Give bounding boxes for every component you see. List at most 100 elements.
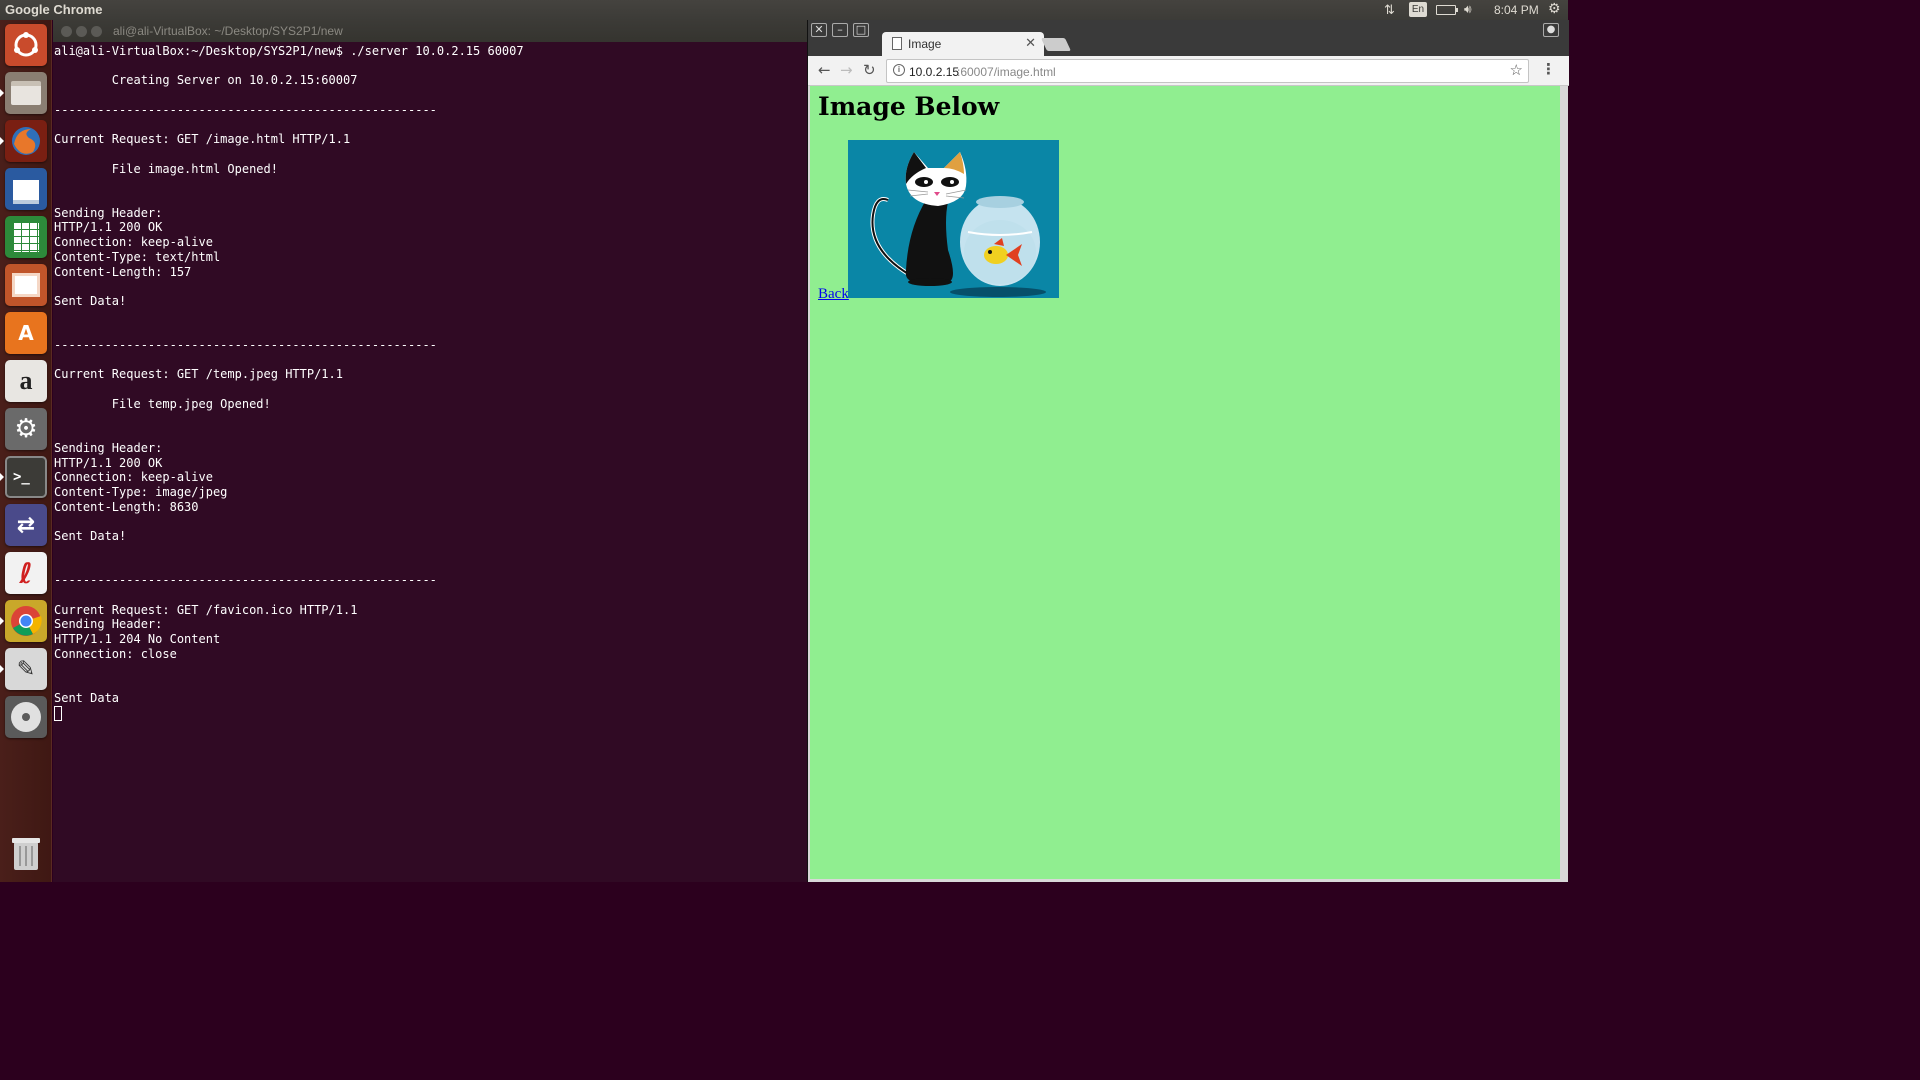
page-viewport: Image Below Back (810, 86, 1560, 879)
cat-fishbowl-image[interactable] (848, 140, 1059, 298)
terminal-line: ----------------------------------------… (54, 102, 437, 117)
terminal-line: Connection: keep-alive (54, 235, 213, 250)
trash-icon[interactable] (5, 832, 47, 874)
back-link[interactable]: Back (818, 286, 849, 303)
terminal-line: HTTP/1.1 204 No Content (54, 632, 221, 647)
terminal-line: Creating Server on 10.0.2.15:60007 (54, 73, 358, 88)
close-button[interactable] (61, 26, 72, 37)
terminal-line: Content-Length: 157 (54, 264, 192, 279)
terminal-line: Sent Data (54, 690, 120, 705)
url-host: 10.0.2.15 (909, 65, 960, 79)
back-arrow-icon[interactable]: ← (818, 61, 831, 79)
terminal-line: HTTP/1.1 200 OK (54, 455, 163, 470)
top-panel: Google Chrome ⇅ En 🔊︎ 8:04 PM ⚙ (0, 0, 1568, 20)
browser-toolbar: ← → ↻ i 10.0.2.15 :60007/image.html ☆ ⋮ (808, 56, 1569, 86)
terminal-line: Connection: close (54, 646, 177, 661)
red-app-icon[interactable]: ℓ (5, 552, 47, 594)
terminal-line: ali@ali-VirtualBox:~/Desktop/SYS2P1/new$… (54, 44, 524, 58)
terminal-line: Content-Length: 8630 (54, 499, 199, 514)
keyboard-layout-indicator[interactable]: En (1409, 2, 1427, 17)
new-tab-button[interactable] (1040, 38, 1072, 51)
writer-icon[interactable] (5, 168, 47, 210)
firefox-icon[interactable] (5, 120, 47, 162)
terminal-line: Sending Header: (54, 440, 163, 455)
minimize-button[interactable] (76, 26, 87, 37)
minimize-icon[interactable]: – (832, 23, 848, 37)
terminal-output[interactable]: ali@ali-VirtualBox:~/Desktop/SYS2P1/new$… (54, 44, 804, 721)
url-path: :60007/image.html (957, 65, 1056, 79)
terminal-line: Current Request: GET /image.html HTTP/1.… (54, 132, 351, 147)
impress-icon[interactable] (5, 264, 47, 306)
terminal-line: Sent Data! (54, 293, 127, 308)
tab-label: Image (908, 37, 942, 51)
volume-icon[interactable]: 🔊︎ (1464, 2, 1472, 17)
chrome-window[interactable]: ✕ – □ Image ✕ ● ← → ↻ i 10.0.2.15 :60007… (807, 20, 1569, 882)
reload-icon[interactable]: ↻ (863, 61, 876, 79)
network-icon[interactable]: ⇅ (1384, 2, 1395, 18)
terminal-line: ----------------------------------------… (54, 338, 437, 353)
dvd-icon[interactable] (5, 696, 47, 738)
maximize-icon[interactable]: □ (853, 23, 869, 37)
unity-launcher: A a ⚙ >_ ⇄ ℓ ✎ (0, 20, 52, 882)
document-icon (892, 37, 902, 50)
software-center-icon[interactable]: A (5, 312, 47, 354)
terminal-line: Sending Header: (54, 205, 163, 220)
terminal-cursor (54, 705, 62, 721)
system-settings-icon[interactable]: ⚙ (5, 408, 47, 450)
maximize-button[interactable] (91, 26, 102, 37)
terminal-line: Current Request: GET /temp.jpeg HTTP/1.1 (54, 367, 343, 382)
address-bar[interactable]: i 10.0.2.15 :60007/image.html ☆ (886, 59, 1529, 83)
remote-desktop-icon[interactable]: ⇄ (5, 504, 47, 546)
profile-icon[interactable]: ● (1543, 23, 1559, 37)
bookmark-star-icon[interactable]: ☆ (1510, 61, 1523, 79)
close-icon[interactable]: ✕ (811, 23, 827, 37)
forward-arrow-icon[interactable]: → (840, 61, 853, 79)
menu-dots-icon[interactable]: ⋮ (1541, 60, 1556, 78)
text-editor-icon[interactable]: ✎ (5, 648, 47, 690)
terminal-line: Current Request: GET /favicon.ico HTTP/1… (54, 602, 358, 617)
chrome-tabstrip: ✕ – □ Image ✕ ● (808, 20, 1569, 56)
tab-image[interactable]: Image ✕ (882, 32, 1044, 56)
info-icon[interactable]: i (893, 64, 905, 76)
battery-icon[interactable] (1436, 5, 1458, 15)
terminal-line: ----------------------------------------… (54, 573, 437, 588)
page-heading: Image Below (818, 92, 1000, 121)
terminal-line: File image.html Opened! (54, 161, 278, 176)
amazon-icon[interactable]: a (5, 360, 47, 402)
chrome-icon[interactable] (5, 600, 47, 642)
clock[interactable]: 8:04 PM (1494, 3, 1539, 17)
terminal-line: HTTP/1.1 200 OK (54, 220, 163, 235)
settings-gear-icon[interactable]: ⚙ (1548, 0, 1561, 17)
files-icon[interactable] (5, 72, 47, 114)
terminal-line: Sent Data! (54, 529, 127, 544)
ubuntu-dash-icon[interactable] (5, 24, 47, 66)
terminal-line: Connection: keep-alive (54, 470, 213, 485)
terminal-line: File temp.jpeg Opened! (54, 396, 271, 411)
terminal-icon[interactable]: >_ (5, 456, 47, 498)
calc-icon[interactable] (5, 216, 47, 258)
tab-close-icon[interactable]: ✕ (1025, 36, 1036, 51)
terminal-window[interactable]: ali@ali-VirtualBox: ~/Desktop/SYS2P1/new… (53, 20, 807, 882)
terminal-line: Content-Type: image/jpeg (54, 485, 228, 500)
terminal-line: Sending Header: (54, 617, 163, 632)
terminal-titlebar[interactable]: ali@ali-VirtualBox: ~/Desktop/SYS2P1/new (53, 20, 807, 42)
